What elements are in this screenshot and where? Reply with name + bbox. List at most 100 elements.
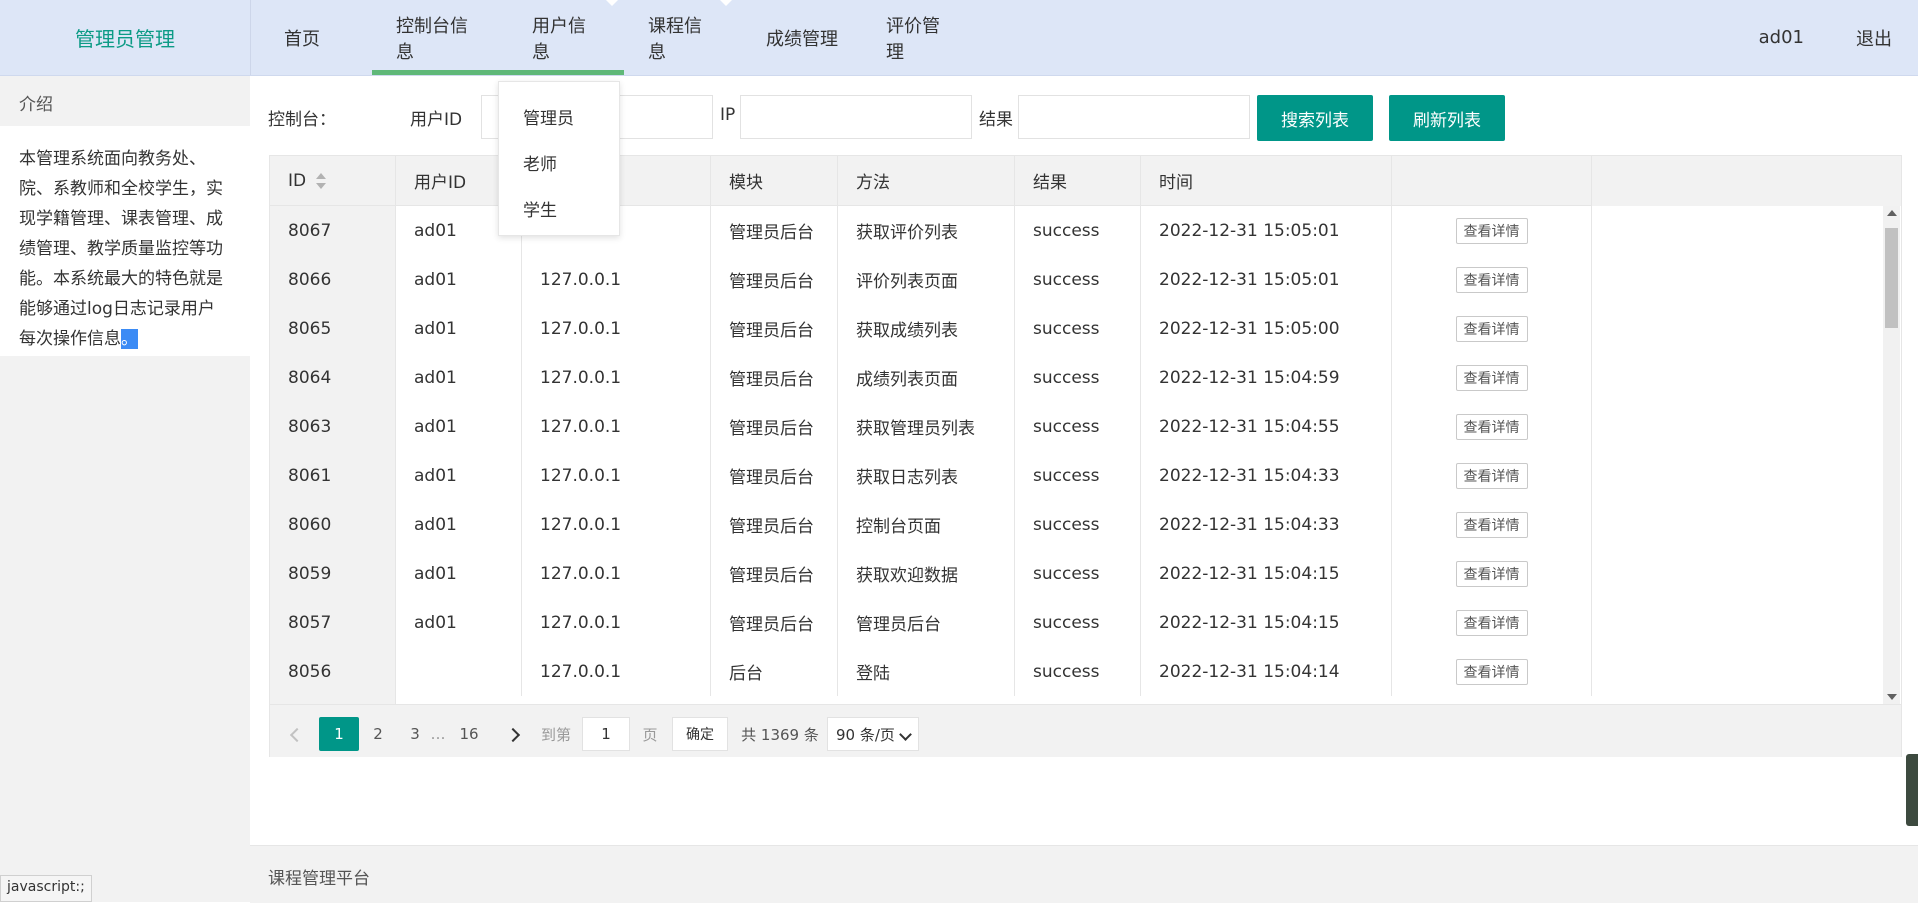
user-info-dropdown: 管理员 老师 学生 <box>498 81 620 236</box>
cell-method: 获取欢迎数据 <box>838 549 1015 598</box>
nav-evaluation-management[interactable]: 评价管理 <box>862 0 980 75</box>
table-body: 8067 ad01 127.0.0.1 管理员后台 获取评价列表 success… <box>270 206 1901 704</box>
cell-id: 8060 <box>270 500 396 549</box>
view-detail-button[interactable]: 查看详情 <box>1455 217 1528 244</box>
ip-input[interactable] <box>740 95 972 139</box>
sidebar-title: 介绍 <box>0 76 250 126</box>
cell-userid: ad01 <box>396 500 522 549</box>
nav-console-info[interactable]: 控制台信息 <box>372 0 508 75</box>
sort-icon[interactable] <box>316 172 327 189</box>
page-footer: 课程管理平台 <box>250 845 1918 903</box>
result-input[interactable] <box>1018 95 1250 139</box>
cell-module: 管理员后台 <box>711 451 838 500</box>
cell-actions: 查看详情 <box>1392 304 1592 353</box>
table-row: 8057 ad01 127.0.0.1 管理员后台 管理员后台 success … <box>270 598 1592 648</box>
ip-label: IP <box>720 105 736 125</box>
prev-page-icon[interactable] <box>289 727 305 743</box>
table-row: 8065 ad01 127.0.0.1 管理员后台 获取成绩列表 success… <box>270 304 1592 354</box>
scroll-up-icon[interactable] <box>1887 210 1897 216</box>
cell-time: 2022-12-31 15:04:15 <box>1141 598 1392 647</box>
pagination-ellipsis: … <box>430 725 446 743</box>
cell-result: success <box>1015 451 1141 500</box>
dropdown-item-student[interactable]: 学生 <box>499 185 619 231</box>
column-header-id[interactable]: ID <box>270 156 396 205</box>
footer-text: 课程管理平台 <box>268 869 370 889</box>
cell-time: 2022-12-31 15:04:59 <box>1141 353 1392 402</box>
search-list-button[interactable]: 搜索列表 <box>1257 95 1373 141</box>
cell-ip: 127.0.0.1 <box>522 255 711 304</box>
page-unit-label: 页 <box>642 725 658 744</box>
cell-module: 管理员后台 <box>711 206 838 255</box>
nav-course-info[interactable]: 课程信息 <box>624 0 742 75</box>
view-detail-button[interactable]: 查看详情 <box>1455 364 1528 391</box>
goto-page-input[interactable]: 1 <box>582 717 630 751</box>
cell-ip: 127.0.0.1 <box>522 353 711 402</box>
column-header-actions <box>1392 156 1592 205</box>
table-row <box>270 696 1592 704</box>
cell-method: 获取评价列表 <box>838 206 1015 255</box>
view-detail-button[interactable]: 查看详情 <box>1455 315 1528 342</box>
page-3[interactable]: 3 <box>405 717 425 751</box>
goto-confirm-button[interactable]: 确定 <box>672 717 728 751</box>
cell-id: 8064 <box>270 353 396 402</box>
view-detail-button[interactable]: 查看详情 <box>1455 462 1528 489</box>
main-nav: 首页 控制台信息 用户信息 课程信息 成绩管理 评价管理 <box>260 0 980 75</box>
view-detail-button[interactable]: 查看详情 <box>1455 658 1528 685</box>
user-name[interactable]: ad01 <box>1733 27 1830 48</box>
cell-time: 2022-12-31 15:05:00 <box>1141 304 1392 353</box>
table-header: ID 用户ID IP 模块 方法 结果 时间 <box>270 156 1592 206</box>
table-row: 8056 127.0.0.1 后台 登陆 success 2022-12-31 … <box>270 647 1592 697</box>
app-logo[interactable]: 管理员管理 <box>0 0 251 75</box>
userid-label: 用户ID <box>410 110 463 130</box>
table-scrollbar[interactable] <box>1883 206 1900 704</box>
browser-status-bar: javascript:; <box>0 875 92 902</box>
cell-actions: 查看详情 <box>1392 500 1592 549</box>
view-detail-button[interactable]: 查看详情 <box>1455 609 1528 636</box>
scroll-thumb[interactable] <box>1885 228 1898 328</box>
column-header-time: 时间 <box>1141 156 1392 205</box>
page-last[interactable]: 16 <box>456 717 482 751</box>
refresh-list-button[interactable]: 刷新列表 <box>1389 95 1505 141</box>
dropdown-item-admin[interactable]: 管理员 <box>499 93 619 139</box>
cell-userid: ad01 <box>396 549 522 598</box>
cell-method: 获取管理员列表 <box>838 402 1015 451</box>
cell-result: success <box>1015 598 1141 647</box>
cell-actions: 查看详情 <box>1392 647 1592 696</box>
nav-user-info[interactable]: 用户信息 <box>508 0 624 75</box>
cell-actions: 查看详情 <box>1392 255 1592 304</box>
sidebar-intro: 本管理系统面向教务处、院、系教师和全校学生，实现学籍管理、课表管理、成绩管理、教… <box>0 126 250 356</box>
scroll-down-icon[interactable] <box>1887 694 1897 700</box>
cell-module: 管理员后台 <box>711 402 838 451</box>
cell-id: 8061 <box>270 451 396 500</box>
caret-icon <box>720 0 732 6</box>
column-header-module: 模块 <box>711 156 838 205</box>
cell-userid: ad01 <box>396 353 522 402</box>
cell-module: 管理员后台 <box>711 549 838 598</box>
dropdown-item-teacher[interactable]: 老师 <box>499 139 619 185</box>
nav-score-management[interactable]: 成绩管理 <box>742 0 862 75</box>
view-detail-button[interactable]: 查看详情 <box>1455 266 1528 293</box>
side-widget-handle[interactable] <box>1906 754 1918 826</box>
page-size-value: 90 条/页 <box>836 725 895 744</box>
table-row: 8064 ad01 127.0.0.1 管理员后台 成绩列表页面 success… <box>270 353 1592 403</box>
cell-ip: 127.0.0.1 <box>522 304 711 353</box>
view-detail-button[interactable]: 查看详情 <box>1455 560 1528 587</box>
cell-module: 管理员后台 <box>711 500 838 549</box>
cell-id: 8057 <box>270 598 396 647</box>
logout-link[interactable]: 退出 <box>1830 25 1918 51</box>
nav-home[interactable]: 首页 <box>260 0 372 75</box>
cell-time: 2022-12-31 15:04:33 <box>1141 451 1392 500</box>
intro-selected-text: 。 <box>121 329 138 349</box>
cell-result: success <box>1015 500 1141 549</box>
cell-id <box>270 696 396 704</box>
sidebar: 介绍 本管理系统面向教务处、院、系教师和全校学生，实现学籍管理、课表管理、成绩管… <box>0 76 250 902</box>
view-detail-button[interactable]: 查看详情 <box>1455 413 1528 440</box>
page-2[interactable]: 2 <box>368 717 388 751</box>
next-page-icon[interactable] <box>505 727 521 743</box>
view-detail-button[interactable]: 查看详情 <box>1455 511 1528 538</box>
page-size-select[interactable]: 90 条/页 <box>827 717 919 751</box>
page-1[interactable]: 1 <box>319 717 359 751</box>
cell-method: 获取成绩列表 <box>838 304 1015 353</box>
total-count: 共 1369 条 <box>741 725 819 744</box>
caret-icon <box>606 0 618 6</box>
